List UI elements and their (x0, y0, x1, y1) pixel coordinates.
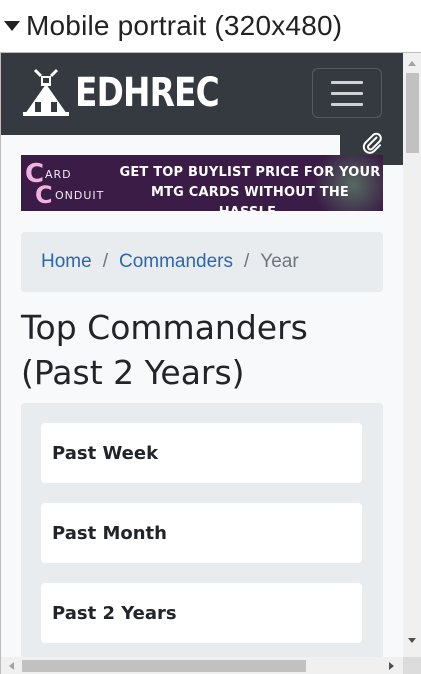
edhrec-logo-icon (23, 68, 69, 116)
vertical-scrollbar[interactable] (403, 53, 421, 657)
breadcrumb-current: Year (260, 251, 299, 272)
scrollbar-corner (403, 657, 421, 674)
period-past-month[interactable]: Past Month (41, 503, 362, 563)
card-conduit-logo: C ARD C ONDUIT (25, 159, 105, 209)
breadcrumb-separator: / (102, 251, 108, 272)
vertical-scroll-thumb[interactable] (406, 73, 419, 153)
scroll-up-icon[interactable] (408, 61, 416, 66)
horizontal-scrollbar[interactable] (1, 657, 403, 674)
scroll-right-icon[interactable] (389, 662, 394, 670)
hamburger-icon (331, 80, 363, 84)
viewport-label: Mobile portrait (320x480) (26, 10, 343, 41)
site-logo[interactable]: EDHREC (21, 67, 250, 119)
triangle-down-icon[interactable] (4, 21, 20, 31)
period-panel: Past Week Past Month Past 2 Years (21, 403, 383, 674)
breadcrumb-separator: / (244, 251, 250, 272)
brand-name: EDHREC (75, 70, 220, 116)
period-past-2-years[interactable]: Past 2 Years (41, 583, 362, 643)
page-title: Top Commanders (Past 2 Years) (21, 308, 308, 392)
viewport-caption[interactable]: Mobile portrait (320x480) (0, 0, 421, 52)
breadcrumb: Home / Commanders / Year (21, 232, 383, 292)
menu-toggle-button[interactable] (312, 68, 382, 118)
period-past-week[interactable]: Past Week (41, 423, 362, 483)
banner-message: GET TOP BUYLIST PRICE FOR YOUR MTG CARDS… (119, 165, 381, 211)
paperclip-icon (362, 132, 382, 154)
breadcrumb-home-link[interactable]: Home (41, 251, 92, 273)
breadcrumb-commanders-link[interactable]: Commanders (119, 251, 233, 273)
horizontal-scroll-thumb[interactable] (22, 660, 306, 672)
ad-banner[interactable]: C ARD C ONDUIT GET TOP BUYLIST PRICE FOR… (21, 155, 383, 211)
device-frame: EDHREC C ARD C ONDUIT GET TOP BUYLIST PR… (0, 52, 421, 674)
scroll-down-icon[interactable] (408, 638, 416, 643)
scroll-left-icon[interactable] (9, 662, 14, 670)
